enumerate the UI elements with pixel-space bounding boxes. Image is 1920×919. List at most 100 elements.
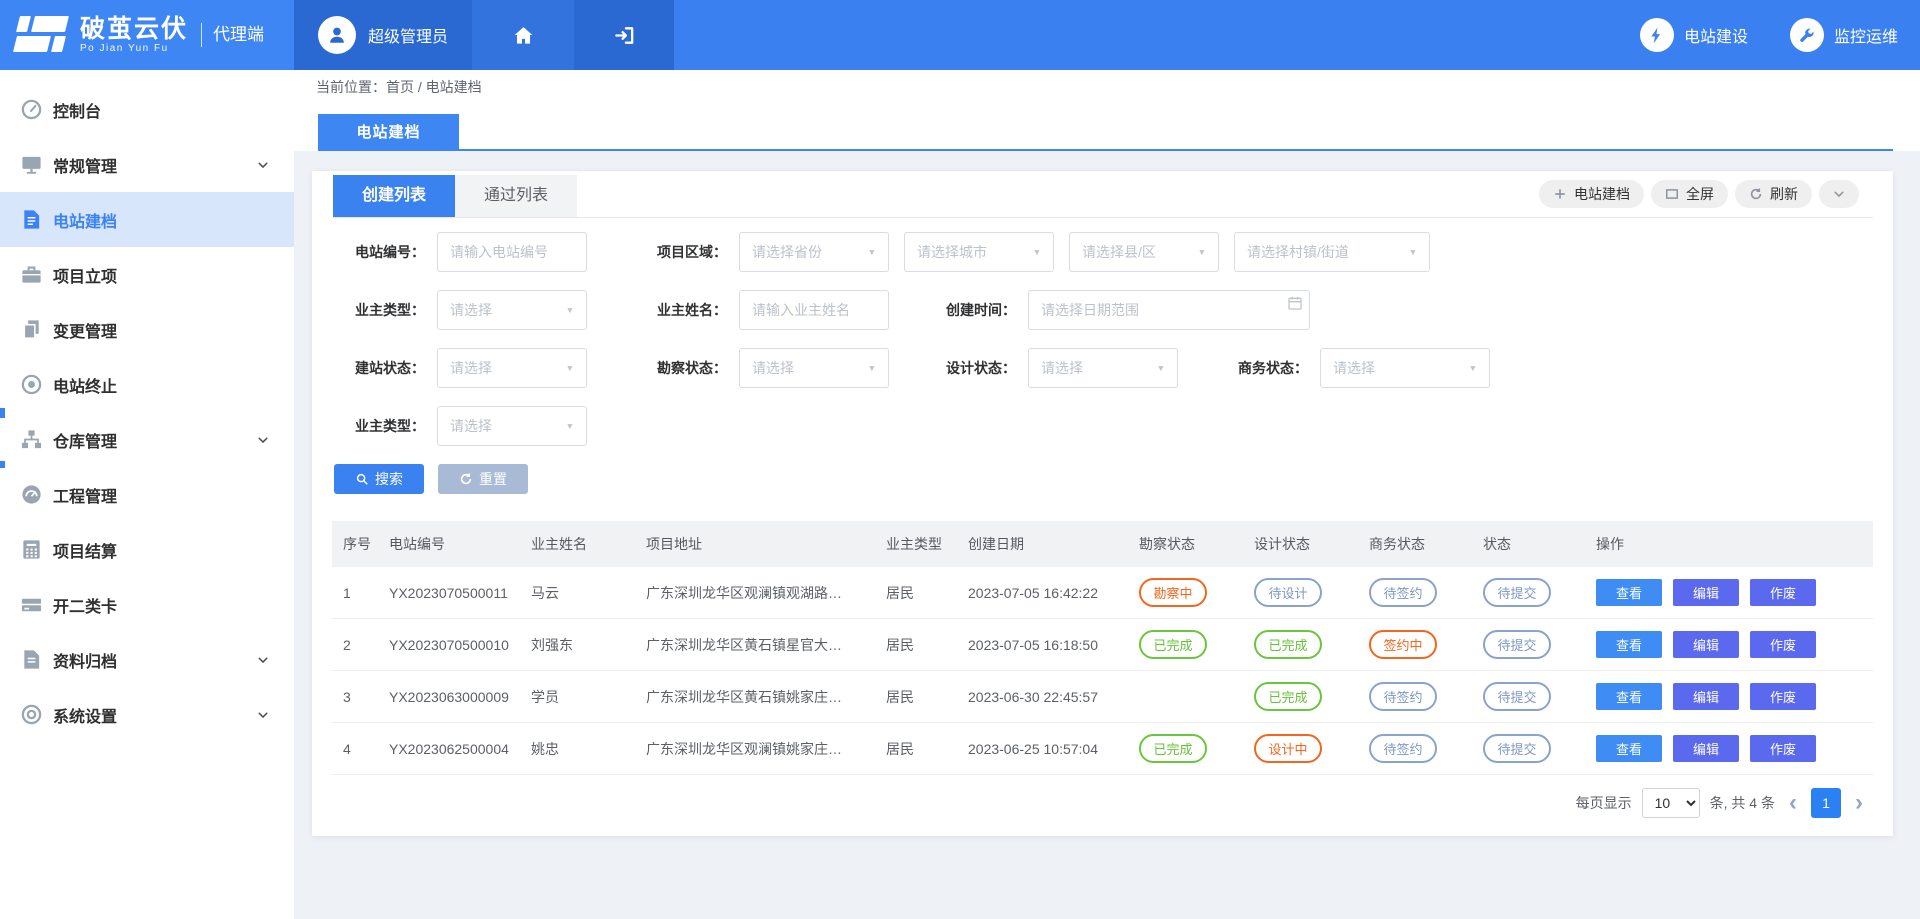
tab-create-list[interactable]: 创建列表 [333, 175, 455, 217]
page-tab[interactable]: 电站建档 [318, 114, 459, 149]
reset-button[interactable]: 重置 [438, 464, 528, 494]
sidebar-item-files[interactable]: 资料归档 [0, 632, 294, 687]
void-button[interactable]: 作废 [1750, 735, 1816, 762]
tab-pass-list[interactable]: 通过列表 [455, 175, 577, 217]
edit-button[interactable]: 编辑 [1673, 631, 1739, 658]
cell-index: 1 [332, 567, 378, 619]
target-icon [20, 703, 43, 726]
filter-owner-type-2-select[interactable]: 请选择▼ [437, 406, 587, 446]
view-button[interactable]: 查看 [1596, 683, 1662, 710]
sidebar-item-general[interactable]: 常规管理 [0, 137, 294, 192]
filter-group-survey-status: 勘察状态：请选择▼ [602, 348, 889, 388]
toolbar-button-label: 电站建档 [1574, 184, 1630, 204]
filter-region-town-select[interactable]: 请选择村镇/街道▼ [1234, 232, 1430, 272]
cell-index: 4 [332, 723, 378, 775]
sidebar-item-project[interactable]: 项目立项 [0, 247, 294, 302]
logout-button[interactable] [574, 0, 674, 70]
status-pill: 待设计 [1254, 578, 1322, 607]
header-link-label: 监控运维 [1834, 23, 1898, 47]
page-size-select[interactable]: 10 [1642, 788, 1700, 818]
filter-region-province-select[interactable]: 请选择省份▼ [739, 232, 889, 272]
header-link-monitor-ops[interactable]: 监控运维 [1790, 18, 1898, 52]
column-header: 业主姓名 [520, 521, 635, 567]
status-pill: 待提交 [1483, 682, 1551, 711]
portal-label: 代理端 [201, 23, 264, 47]
view-button[interactable]: 查看 [1596, 631, 1662, 658]
filter-group-region-province: 项目区域：请选择省份▼ [602, 232, 889, 272]
void-button[interactable]: 作废 [1750, 579, 1816, 606]
header-link-station-build[interactable]: 电站建设 [1640, 18, 1748, 52]
gauge-icon [20, 483, 43, 506]
app-root: 破茧云伏 Po Jian Yun Fu 代理端 超级管理员 电站建设监控运维 控… [0, 0, 1920, 919]
filter-region-county-select[interactable]: 请选择县/区▼ [1069, 232, 1219, 272]
view-button[interactable]: 查看 [1596, 579, 1662, 606]
status-pill: 待提交 [1483, 578, 1551, 607]
filter-label: 业主类型： [334, 300, 437, 320]
sidebar-item-settlement[interactable]: 项目结算 [0, 522, 294, 577]
create-station-button[interactable]: 电站建档 [1539, 180, 1644, 208]
filter-created-range-input[interactable]: 请选择日期范围 [1028, 290, 1310, 330]
next-page-button[interactable]: › [1851, 791, 1867, 815]
sidebar: 控制台常规管理电站建档项目立项变更管理电站终止仓库管理工程管理项目结算开二类卡资… [0, 70, 294, 919]
user-menu[interactable]: 超级管理员 [294, 0, 472, 70]
edit-button[interactable]: 编辑 [1673, 683, 1739, 710]
chevron-down-icon [256, 433, 270, 447]
document-icon [20, 208, 43, 231]
sidebar-item-change[interactable]: 变更管理 [0, 302, 294, 357]
filter-station-code-input[interactable] [437, 232, 587, 272]
page-header: 当前位置：首页 / 电站建档 电站建档 [294, 70, 1920, 151]
prev-page-button[interactable]: ‹ [1785, 791, 1801, 815]
filter-group-station-code: 电站编号： [334, 232, 587, 272]
column-header: 勘察状态 [1128, 521, 1243, 567]
collapse-button[interactable] [1819, 180, 1859, 208]
logout-icon [613, 24, 636, 47]
cell-station-code: YX2023070500011 [378, 567, 520, 619]
void-button[interactable]: 作废 [1750, 631, 1816, 658]
filter-label: 创建时间： [904, 300, 1028, 320]
cell-survey-status [1128, 671, 1243, 723]
cell-business-status: 签约中 [1358, 619, 1472, 671]
header-link-label: 电站建设 [1684, 23, 1748, 47]
search-button[interactable]: 搜索 [334, 464, 424, 494]
briefcase-icon [20, 263, 43, 286]
edit-button[interactable]: 编辑 [1673, 579, 1739, 606]
filter-region-city-select[interactable]: 请选择城市▼ [904, 232, 1054, 272]
home-button[interactable] [472, 0, 574, 70]
void-button[interactable]: 作废 [1750, 683, 1816, 710]
caret-down-icon: ▼ [566, 305, 575, 315]
chevron-down-icon [256, 653, 270, 667]
table-header-row: 序号电站编号业主姓名项目地址业主类型创建日期勘察状态设计状态商务状态状态操作 [332, 521, 1873, 567]
sidebar-item-terminate[interactable]: 电站终止 [0, 357, 294, 412]
cell-owner-type: 居民 [875, 723, 957, 775]
filter-label: 勘察状态： [602, 358, 739, 378]
current-page[interactable]: 1 [1811, 788, 1841, 818]
sitemap-icon [20, 428, 43, 451]
cell-address: 广东深圳龙华区黄石镇星官大… [635, 619, 875, 671]
filter-group-region-city: 请选择城市▼ [904, 232, 1054, 272]
edit-button[interactable]: 编辑 [1673, 735, 1739, 762]
filter-group-region-county: 请选择县/区▼ [1069, 232, 1219, 272]
sidebar-item-console[interactable]: 控制台 [0, 82, 294, 137]
table-row: 2YX2023070500010刘强东广东深圳龙华区黄石镇星官大…居民2023-… [332, 619, 1873, 671]
sidebar-item-settings[interactable]: 系统设置 [0, 687, 294, 742]
filter-build-status-select[interactable]: 请选择▼ [437, 348, 587, 388]
filter-design-status-select[interactable]: 请选择▼ [1028, 348, 1178, 388]
filter-group-business-status: 商务状态：请选择▼ [1193, 348, 1490, 388]
filter-business-status-select[interactable]: 请选择▼ [1320, 348, 1490, 388]
filter-survey-status-select[interactable]: 请选择▼ [739, 348, 889, 388]
sidebar-item-warehouse[interactable]: 仓库管理 [0, 412, 294, 467]
cell-owner-name: 刘强东 [520, 619, 635, 671]
cell-station-code: YX2023070500010 [378, 619, 520, 671]
view-button[interactable]: 查看 [1596, 735, 1662, 762]
sidebar-item-card[interactable]: 开二类卡 [0, 577, 294, 632]
cell-created-date: 2023-06-30 22:45:57 [957, 671, 1128, 723]
fullscreen-button[interactable]: 全屏 [1651, 180, 1728, 208]
cell-actions: 查看编辑作废 [1585, 723, 1873, 775]
header-right: 电站建设 监控运维 [674, 0, 1920, 70]
sidebar-item-archive[interactable]: 电站建档 [0, 192, 294, 247]
refresh-button[interactable]: 刷新 [1735, 180, 1812, 208]
filter-owner-type-select[interactable]: 请选择▼ [437, 290, 587, 330]
sidebar-item-engineering[interactable]: 工程管理 [0, 467, 294, 522]
plus-icon [1553, 187, 1567, 201]
filter-owner-name-input[interactable] [739, 290, 889, 330]
